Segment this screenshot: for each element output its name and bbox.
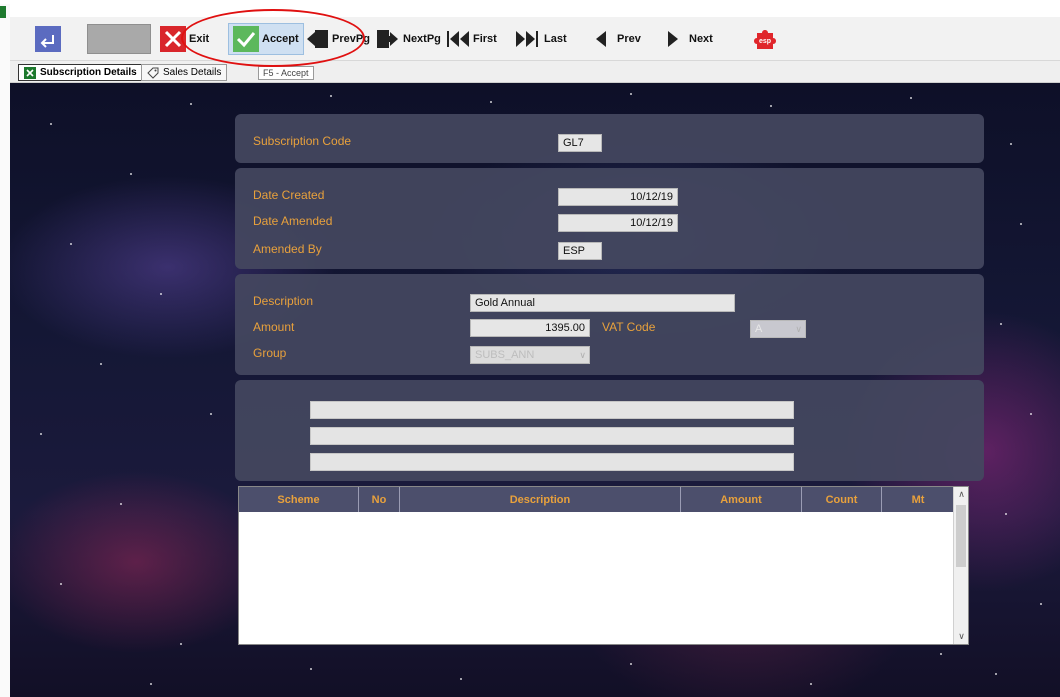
tab-bar: Subscription Details Sales Details — [10, 61, 1060, 83]
next-button[interactable]: Next — [666, 23, 713, 55]
column-header-scheme[interactable]: Scheme — [239, 487, 359, 512]
dates-panel: Date Created 10/12/19 Date Amended 10/12… — [235, 168, 984, 269]
prev-button[interactable]: Prev — [594, 23, 641, 55]
column-header-count[interactable]: Count — [802, 487, 882, 512]
tab-sales-details[interactable]: Sales Details — [141, 64, 228, 81]
tab-label: Subscription Details — [40, 67, 137, 78]
amount-field[interactable]: 1395.00 — [470, 319, 590, 337]
column-header-no[interactable]: No — [359, 487, 400, 512]
exit-button[interactable]: Exit — [160, 23, 209, 55]
exit-icon — [160, 26, 186, 52]
date-amended-field[interactable]: 10/12/19 — [558, 214, 678, 232]
group-select[interactable]: SUBS_ANN ∨ — [470, 346, 590, 364]
subscription-code-field[interactable]: GL7 — [558, 134, 602, 152]
vat-code-label: VAT Code — [602, 320, 656, 334]
last-record-icon — [516, 31, 538, 47]
first-record-icon — [447, 31, 469, 47]
esp-logo-text: esp — [759, 38, 771, 45]
blank-button-face — [87, 24, 151, 54]
amended-by-field[interactable]: ESP — [558, 242, 602, 260]
scheme-grid: Scheme No Description Amount Count Mt ∧ … — [238, 486, 969, 645]
esp-puzzle-logo-icon: esp — [754, 30, 776, 49]
tab-label: Sales Details — [163, 67, 222, 78]
esp-logo-button[interactable]: esp — [753, 23, 777, 55]
prev-record-icon — [596, 31, 606, 47]
first-label: First — [473, 33, 497, 45]
column-header-mt[interactable]: Mt — [882, 487, 954, 512]
checkmark-icon — [233, 26, 259, 52]
left-window-edge — [0, 4, 10, 697]
description-panel: Description Gold Annual Amount 1395.00 V… — [235, 274, 984, 375]
chevron-down-icon: ∨ — [795, 324, 802, 334]
amount-label: Amount — [253, 320, 295, 334]
blank-button[interactable] — [87, 23, 151, 55]
prev-page-icon — [307, 30, 328, 48]
date-amended-label: Date Amended — [253, 214, 333, 228]
column-header-description[interactable]: Description — [400, 487, 681, 512]
description-field[interactable]: Gold Annual — [470, 294, 735, 312]
accept-button[interactable]: Accept — [228, 23, 304, 55]
vat-code-value: A — [755, 323, 763, 335]
notes-line-3[interactable] — [310, 453, 794, 471]
nextpg-label: NextPg — [403, 33, 441, 45]
subscription-code-label: Subscription Code — [253, 134, 352, 148]
description-label: Description — [253, 294, 314, 308]
scroll-down-icon[interactable]: ∨ — [954, 629, 969, 644]
undo-button[interactable] — [34, 23, 62, 55]
scroll-up-icon[interactable]: ∧ — [954, 487, 969, 502]
nextpg-button[interactable]: NextPg — [376, 23, 441, 55]
toolbar: Exit Accept PrevPg NextPg First Last Pre… — [10, 17, 1060, 61]
prevpg-label: PrevPg — [332, 33, 370, 45]
accept-tooltip: F5 - Accept — [258, 66, 314, 80]
notes-line-1[interactable] — [310, 401, 794, 419]
group-value: SUBS_ANN — [475, 349, 535, 361]
exit-label: Exit — [189, 33, 210, 45]
accept-label: Accept — [262, 33, 299, 45]
group-label: Group — [253, 346, 287, 360]
prev-label: Prev — [617, 33, 641, 45]
last-label: Last — [544, 33, 567, 45]
grid-scrollbar[interactable]: ∧ ∨ — [953, 487, 968, 644]
scrollbar-thumb[interactable] — [956, 505, 966, 567]
amended-by-label: Amended By — [253, 242, 322, 256]
prevpg-button[interactable]: PrevPg — [305, 23, 370, 55]
last-button[interactable]: Last — [515, 23, 567, 55]
next-page-icon — [377, 30, 398, 48]
chevron-down-icon: ∨ — [579, 350, 586, 360]
first-button[interactable]: First — [446, 23, 497, 55]
next-label: Next — [689, 33, 713, 45]
vat-code-select[interactable]: A ∨ — [750, 320, 806, 338]
tab-subscription-details[interactable]: Subscription Details — [18, 64, 143, 81]
tag-icon — [147, 67, 159, 79]
column-header-amount[interactable]: Amount — [681, 487, 802, 512]
undo-icon — [35, 26, 61, 52]
date-created-field[interactable]: 10/12/19 — [558, 188, 678, 206]
spreadsheet-icon — [24, 66, 36, 79]
notes-line-2[interactable] — [310, 427, 794, 445]
grid-header: Scheme No Description Amount Count Mt — [239, 487, 954, 512]
date-created-label: Date Created — [253, 188, 325, 202]
next-record-icon — [668, 31, 678, 47]
subscription-code-panel: Subscription Code GL7 — [235, 114, 984, 163]
